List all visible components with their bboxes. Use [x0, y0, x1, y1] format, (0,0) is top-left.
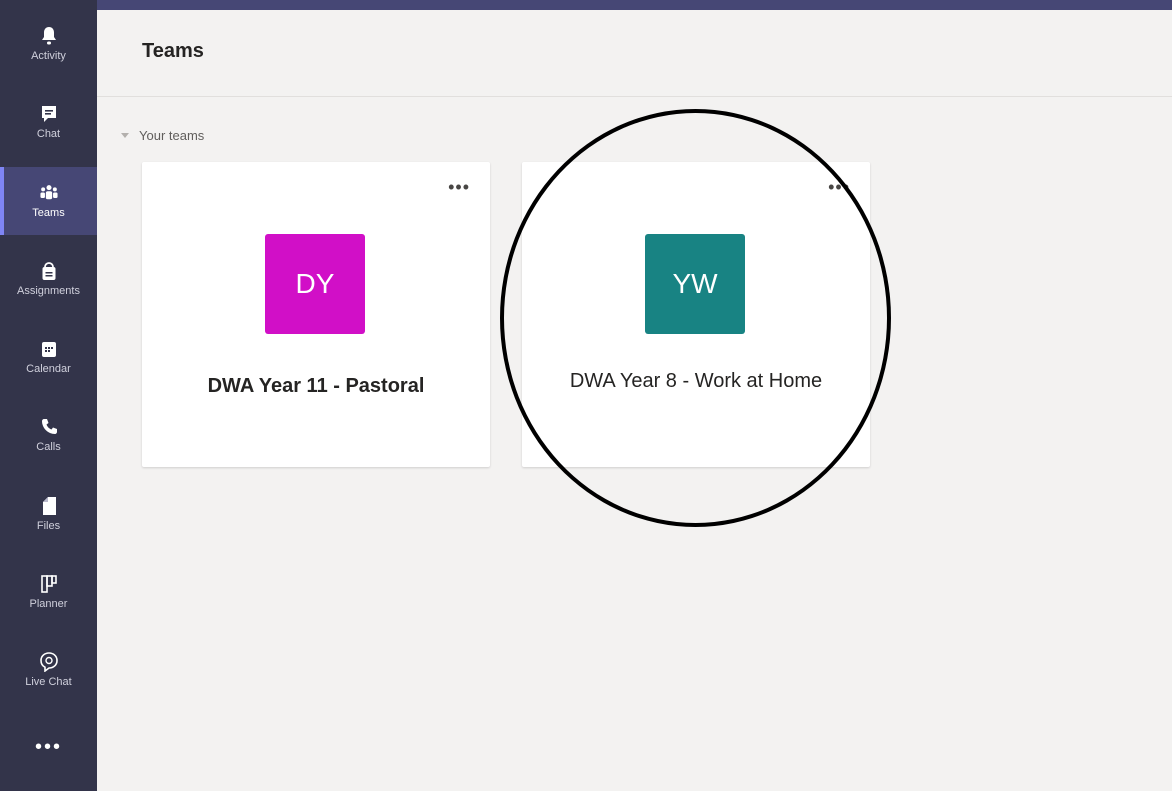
rail-item-label: Calendar	[26, 363, 71, 375]
planner-icon	[40, 575, 57, 593]
team-avatar: YW	[645, 234, 745, 334]
rail-item-planner[interactable]: Planner	[0, 558, 97, 626]
rail-item-label: Calls	[36, 441, 61, 453]
live-chat-icon	[39, 652, 58, 672]
app-rail: Activity Chat Teams Assignments Calendar…	[0, 0, 97, 791]
bell-icon	[41, 27, 56, 45]
teams-icon	[39, 185, 58, 200]
rail-item-teams[interactable]: Teams	[0, 167, 97, 235]
page-header: Teams	[97, 10, 1172, 97]
chat-icon	[41, 106, 56, 122]
file-icon	[42, 497, 56, 515]
rail-item-assignments[interactable]: Assignments	[0, 245, 97, 313]
rail-item-live-chat[interactable]: Live Chat	[0, 636, 97, 704]
section-label: Your teams	[139, 128, 205, 143]
rail-item-label: Planner	[29, 598, 68, 610]
rail-item-label: Files	[36, 520, 61, 532]
rail-item-label: Live Chat	[25, 676, 72, 688]
rail-item-activity[interactable]: Activity	[0, 10, 97, 78]
team-more-options-button[interactable]: •••	[448, 178, 470, 196]
rail-item-label: Assignments	[17, 285, 80, 297]
team-more-options-button[interactable]: •••	[828, 178, 850, 196]
rail-item-calendar[interactable]: Calendar	[0, 323, 97, 391]
phone-icon	[41, 419, 57, 434]
teams-main: Teams Your teams ••• DY DWA Year 11 - Pa…	[97, 10, 1172, 791]
more-apps-button[interactable]: •••	[0, 722, 97, 772]
page-title: Teams	[142, 40, 204, 62]
team-name: DWA Year 8 - Work at Home	[569, 370, 823, 392]
team-name: DWA Year 11 - Pastoral	[207, 375, 425, 397]
rail-item-calls[interactable]: Calls	[0, 401, 97, 469]
team-card-yw[interactable]: ••• YW DWA Year 8 - Work at Home	[522, 162, 870, 467]
your-teams-toggle[interactable]: Your teams	[121, 128, 204, 143]
rail-item-files[interactable]: Files	[0, 480, 97, 548]
team-card-dy[interactable]: ••• DY DWA Year 11 - Pastoral	[142, 162, 490, 467]
rail-item-label: Teams	[32, 207, 65, 219]
rail-item-label: Chat	[36, 128, 61, 140]
caret-down-icon	[121, 133, 129, 138]
assignments-icon	[42, 262, 55, 280]
title-bar	[0, 0, 1172, 10]
calendar-icon	[41, 342, 56, 357]
team-avatar: DY	[265, 234, 365, 334]
rail-item-label: Activity	[31, 50, 66, 62]
rail-item-chat[interactable]: Chat	[0, 88, 97, 156]
